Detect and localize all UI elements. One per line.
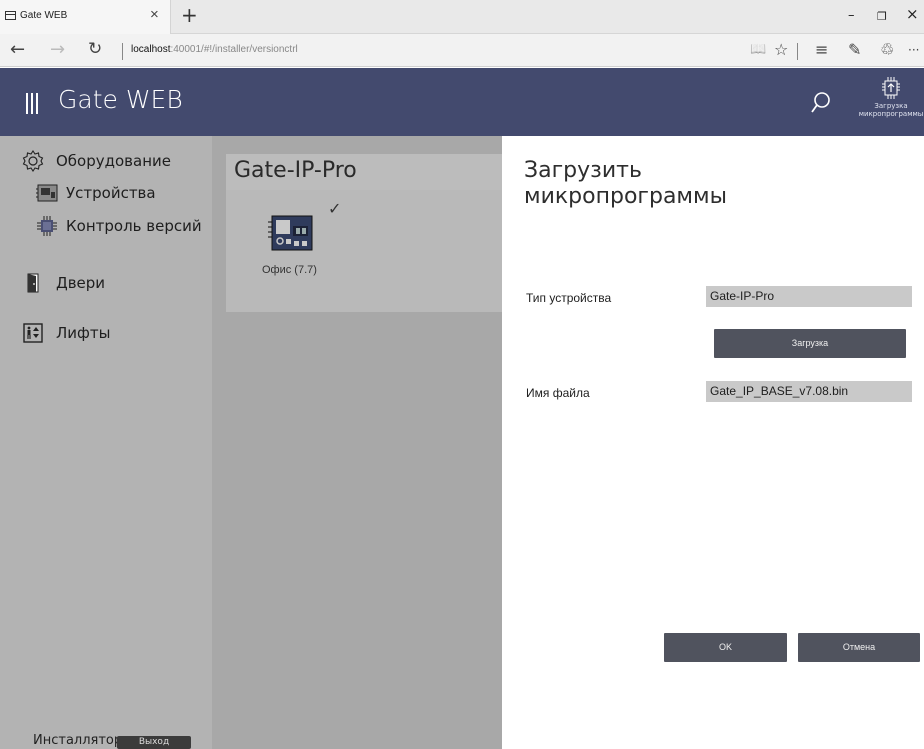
minimize-icon[interactable]: –	[848, 8, 855, 23]
chip-icon	[36, 215, 58, 237]
window-close-icon[interactable]: ×	[906, 5, 919, 23]
controller-board-icon[interactable]	[268, 214, 314, 252]
url-host: localhost	[131, 44, 171, 55]
browser-tab[interactable]: Gate WEB ×	[0, 0, 171, 34]
door-icon	[22, 272, 44, 294]
upload-button[interactable]: Загрузка	[714, 329, 906, 358]
app-header: Gate WEB Загрузка микропрограммы	[0, 68, 924, 136]
selected-check-icon: ✓	[328, 199, 342, 218]
current-user: Инсталлятор	[33, 733, 123, 748]
hub-icon[interactable]: ≡	[815, 40, 828, 59]
sidebar-item-doors[interactable]: Двери	[22, 272, 105, 294]
sidebar: Оборудование Устройства Контроль версий …	[0, 136, 212, 749]
device-label[interactable]: Офис (7.7)	[262, 264, 317, 276]
sidebar-item-label: Двери	[56, 274, 106, 292]
upload-chip-icon	[882, 77, 900, 99]
favorite-star-icon[interactable]: ☆	[774, 40, 788, 59]
app-title: Gate WEB	[58, 85, 183, 114]
ok-button[interactable]: OK	[664, 633, 787, 662]
elevator-icon	[22, 322, 44, 344]
divider	[122, 43, 123, 60]
url-path: :40001/#!/installer/versionctrl	[170, 44, 298, 55]
device-group-body: ✓ Офис (7.7)	[226, 190, 502, 312]
panel-title: Загрузить микропрограммы	[524, 158, 727, 209]
divider	[797, 43, 798, 60]
file-name-label: Имя файла	[526, 386, 590, 400]
main-content: Gate-IP-Pro ✓ Офис (7.7)	[212, 136, 502, 749]
sidebar-item-label: Оборудование	[56, 152, 171, 170]
close-tab-icon[interactable]: ×	[150, 6, 159, 23]
maximize-icon[interactable]: ❐	[877, 10, 887, 23]
sidebar-item-version-control[interactable]: Контроль версий	[36, 215, 202, 237]
sidebar-item-devices[interactable]: Устройства	[36, 182, 156, 204]
refresh-icon[interactable]: ↻	[88, 39, 102, 59]
device-type-field: Gate-IP-Pro	[706, 286, 912, 307]
sidebar-item-elevators[interactable]: Лифты	[22, 322, 110, 344]
device-group-title: Gate-IP-Pro	[234, 158, 357, 183]
web-note-icon[interactable]: ✎	[848, 40, 861, 59]
url-field[interactable]: localhost:40001/#!/installer/versionctrl	[131, 44, 298, 55]
browser-tab-bar: Gate WEB × + – ❐ ×	[0, 0, 924, 34]
device-board-icon	[36, 182, 58, 204]
search-icon[interactable]	[810, 90, 832, 116]
sidebar-item-label: Контроль версий	[66, 217, 202, 235]
new-tab-icon[interactable]: +	[181, 3, 198, 27]
sidebar-item-equipment[interactable]: Оборудование	[22, 150, 171, 172]
firmware-upload-panel: Загрузить микропрограммы Тип устройства …	[502, 136, 924, 749]
cancel-button[interactable]: Отмена	[798, 633, 920, 662]
device-group-header: Gate-IP-Pro	[226, 154, 502, 190]
file-name-field: Gate_IP_BASE_v7.08.bin	[706, 381, 912, 402]
share-icon[interactable]: ♲	[880, 40, 894, 59]
device-type-label: Тип устройства	[526, 291, 612, 305]
browser-address-bar: ← → ↻ localhost:40001/#!/installer/versi…	[0, 34, 924, 67]
page-icon	[5, 11, 16, 20]
more-icon[interactable]: ···	[908, 43, 919, 57]
forward-icon[interactable]: →	[50, 39, 65, 60]
logout-button[interactable]: Выход	[117, 736, 191, 749]
gear-icon	[22, 150, 44, 172]
sidebar-item-label: Устройства	[66, 184, 156, 202]
firmware-upload-tool[interactable]: Загрузка микропрограммы	[858, 77, 924, 129]
menu-icon[interactable]	[26, 93, 39, 114]
back-icon[interactable]: ←	[10, 39, 25, 60]
sidebar-item-label: Лифты	[56, 324, 111, 342]
browser-tab-title: Gate WEB	[20, 10, 68, 21]
reading-view-icon[interactable]: 📖	[750, 42, 766, 57]
upload-tool-label: Загрузка микропрограммы	[858, 102, 924, 118]
